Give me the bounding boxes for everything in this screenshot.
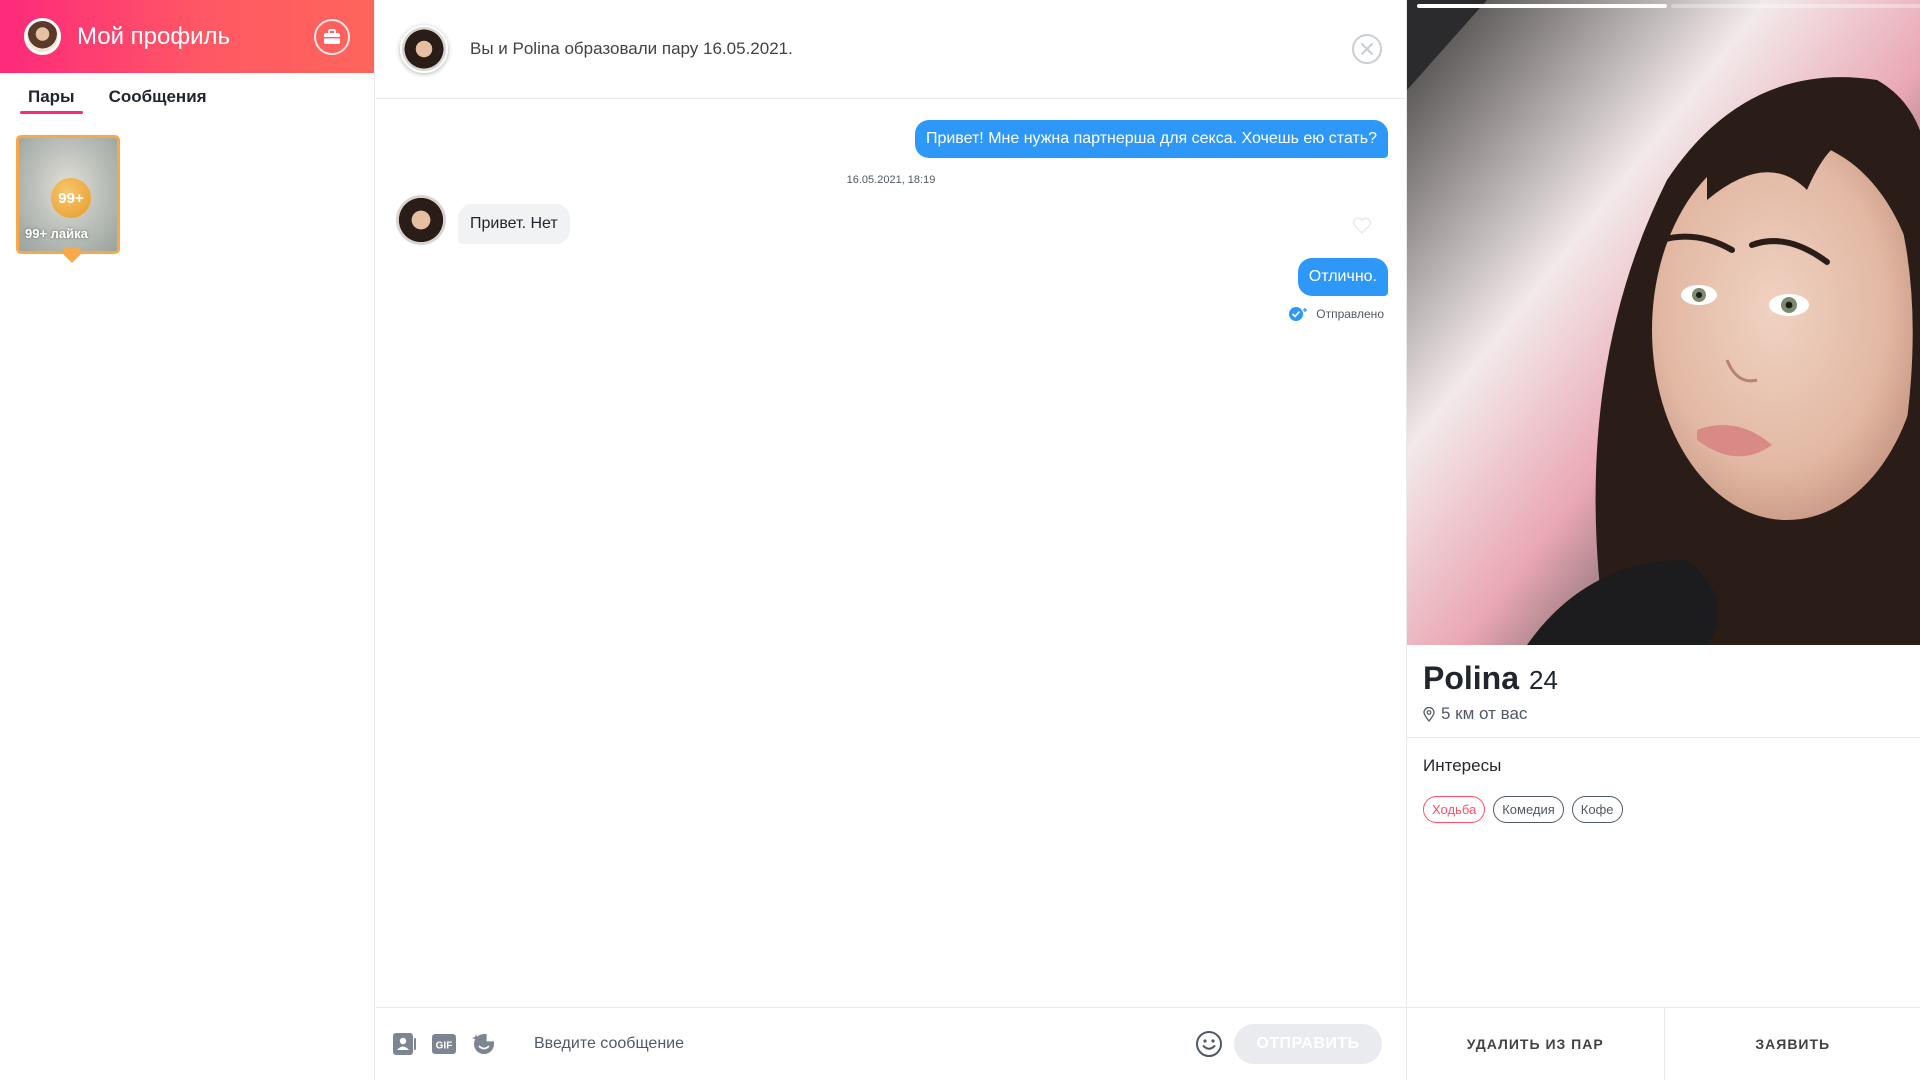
contact-card-icon (393, 1033, 416, 1055)
profile-photo-image (1407, 0, 1920, 645)
likes-count-badge: 99+ (51, 178, 91, 218)
my-profile-bar[interactable]: Мой профиль (0, 0, 374, 73)
close-chat-button[interactable] (1352, 34, 1382, 64)
emoji-icon[interactable] (1194, 1029, 1224, 1059)
profile-name: Polina (1423, 660, 1520, 696)
tab-matches[interactable]: Пары (20, 87, 83, 114)
message-bubble-outgoing[interactable]: Привет! Мне нужна партнерша для секса. Х… (914, 120, 1388, 158)
svg-text:GIF: GIF (436, 1041, 453, 1052)
likes-count-label: 99+ лайка (25, 226, 88, 241)
briefcase-icon (324, 28, 340, 44)
sticker-button[interactable] (470, 1030, 498, 1058)
my-profile-title[interactable]: Мой профиль (77, 23, 314, 51)
message-timestamp: 16.05.2021, 18:19 (846, 174, 936, 186)
message-list: Привет! Мне нужна партнерша для секса. Х… (376, 100, 1406, 1005)
send-button[interactable]: ОТПРАВИТЬ (1234, 1024, 1382, 1064)
chat-panel: Вы и Polina образовали пару 16.05.2021. … (376, 0, 1406, 1080)
my-avatar[interactable] (24, 18, 61, 55)
sender-avatar[interactable] (396, 195, 446, 245)
sent-status-label: Отправлено (1316, 307, 1384, 321)
distance-label: 5 км от вас (1441, 704, 1528, 723)
photo-pagination (1417, 4, 1920, 8)
profile-age: 24 (1529, 665, 1558, 695)
message-bubble-outgoing[interactable]: Отлично. (1297, 258, 1388, 296)
share-contact-button[interactable] (390, 1030, 418, 1058)
interest-chip: Ходьба (1423, 796, 1486, 823)
message-bubble-incoming[interactable]: Привет. Нет (458, 204, 570, 244)
profile-divider (1407, 737, 1920, 738)
work-mode-button[interactable] (314, 18, 350, 55)
interest-chip: Кофе (1571, 796, 1623, 823)
photo-indicator[interactable] (1671, 4, 1920, 8)
match-avatar[interactable] (400, 25, 448, 73)
sidebar-tabs: Пары Сообщения (0, 73, 374, 114)
interest-chip: Комедия (1493, 796, 1564, 823)
app-root: Мой профиль Пары Сообщения 99+ 99+ лайка (0, 0, 1920, 1080)
message-composer: GIF ОТПРАВИТЬ (376, 1007, 1406, 1080)
match-date-text: Вы и Polina образовали пару 16.05.2021. (470, 39, 793, 58)
sidebar: Мой профиль Пары Сообщения 99+ 99+ лайка (0, 0, 375, 1080)
interest-chips: Ходьба Комедия Кофе (1423, 796, 1623, 823)
sent-status: Отправлено (1288, 306, 1384, 322)
check-icon (1289, 307, 1308, 321)
close-icon (1361, 43, 1373, 55)
profile-actions: УДАЛИТЬ ИЗ ПАР ЗАЯВИТЬ (1407, 1007, 1920, 1080)
gif-button[interactable]: GIF (430, 1030, 458, 1058)
sticker-icon (472, 1034, 494, 1054)
chat-header: Вы и Polina образовали пару 16.05.2021. (376, 0, 1406, 99)
match-profile-panel: Polina 24 5 км от вас Интересы Ходьба Ко… (1406, 0, 1920, 1080)
profile-distance: 5 км от вас (1423, 704, 1527, 724)
location-pin-icon (1423, 706, 1435, 722)
unmatch-button[interactable]: УДАЛИТЬ ИЗ ПАР (1407, 1008, 1664, 1080)
profile-name-row: Polina 24 (1423, 660, 1558, 697)
tab-messages[interactable]: Сообщения (109, 87, 207, 112)
message-input[interactable] (534, 1035, 1194, 1053)
likes-you-card[interactable]: 99+ 99+ лайка (16, 135, 120, 254)
report-button[interactable]: ЗАЯВИТЬ (1663, 1008, 1920, 1080)
gif-icon: GIF (432, 1034, 456, 1054)
profile-photo[interactable] (1407, 0, 1920, 645)
gold-heart-icon (63, 247, 81, 263)
heart-icon[interactable] (1352, 217, 1372, 235)
photo-indicator[interactable] (1417, 4, 1667, 8)
interests-title: Интересы (1423, 756, 1502, 775)
